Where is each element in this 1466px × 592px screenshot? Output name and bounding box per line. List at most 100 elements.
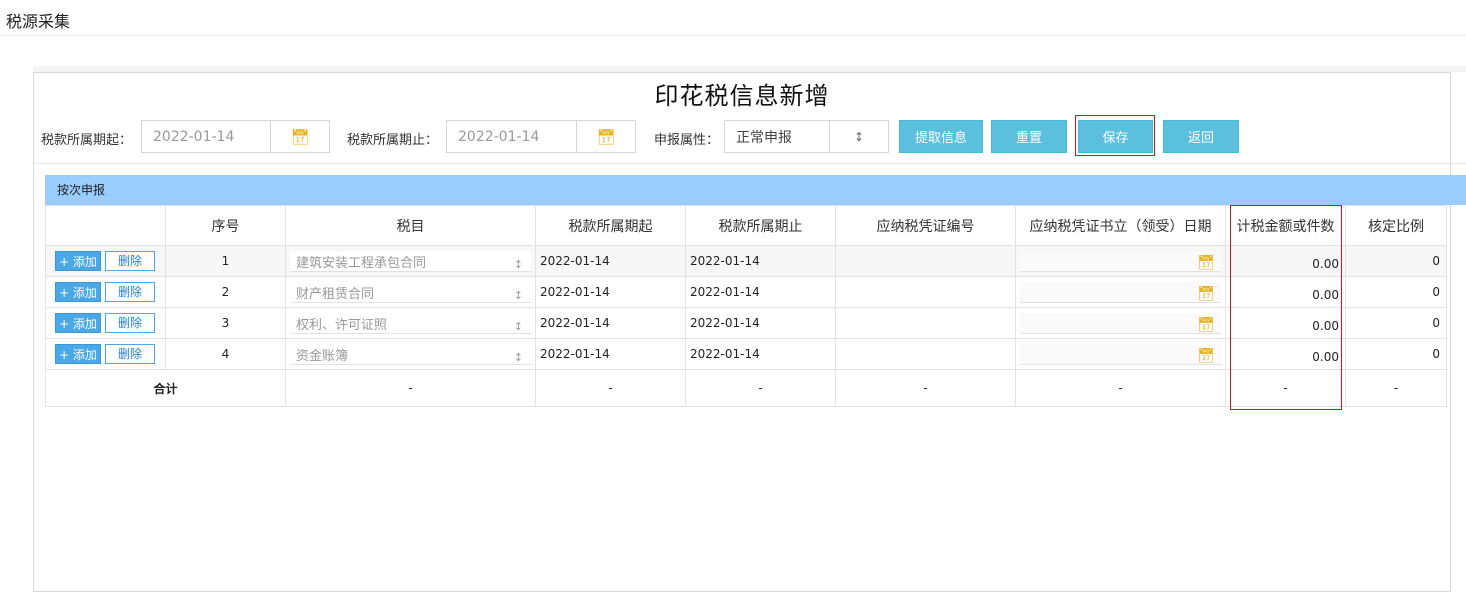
declare-attr-value: 正常申报 [736, 129, 792, 146]
row-no: 2 [165, 276, 286, 308]
col-header-item: 税目 [285, 205, 536, 246]
row-voucher-cell[interactable] [835, 276, 1016, 308]
reset-button[interactable]: 重置 [991, 120, 1067, 153]
row-voucher-cell[interactable] [835, 307, 1016, 339]
calendar-icon: 📅︎ [1197, 285, 1215, 302]
row-end: 2022-01-14 [685, 276, 836, 308]
declare-attr-select[interactable]: 正常申报 ↕ [724, 120, 889, 153]
tax-item-value: 建筑安装工程承包合同 [296, 255, 427, 271]
row-ratio: 0 [1345, 338, 1447, 370]
period-start-label: 税款所属期起： [41, 133, 133, 148]
row-voucher-cell [835, 245, 1016, 277]
voucher-input[interactable] [840, 250, 1011, 272]
row-ops: + 添加 删除 [45, 276, 166, 308]
add-row-button[interactable]: + 添加 [55, 251, 101, 271]
row-amount[interactable]: 0.00 [1225, 307, 1346, 339]
row-date-cell: 📅︎ [1015, 245, 1226, 277]
total-start: - [535, 369, 686, 407]
row-start: 2022-01-14 [535, 307, 686, 339]
col-header-voucher: 应纳税凭证编号 [835, 205, 1016, 246]
total-label: 合计 [45, 369, 286, 407]
total-item: - [285, 369, 536, 407]
row-ops: + 添加 删除 [45, 307, 166, 339]
total-ratio: - [1345, 369, 1447, 407]
row-start: 2022-01-14 [535, 276, 686, 308]
delete-row-button[interactable]: 删除 [105, 313, 155, 333]
declare-attr-dropdown-button[interactable]: ↕ [829, 121, 888, 152]
row-ratio: 0 [1345, 307, 1447, 339]
period-start-field[interactable]: 2022-01-14 📅︎ [141, 120, 330, 153]
delete-row-button[interactable]: 删除 [105, 251, 155, 271]
total-end: - [685, 369, 836, 407]
form-title: 印花税信息新增 [654, 82, 830, 110]
row-ratio: 0 [1345, 276, 1447, 308]
row-ops: + 添加 删除 [45, 245, 166, 277]
row-end: 2022-01-14 [685, 338, 836, 370]
tax-item-select[interactable]: 资金账簿 ↕ [290, 343, 531, 365]
select-arrow-icon: ↕ [853, 129, 865, 144]
add-row-button[interactable]: + 添加 [55, 344, 101, 364]
select-arrow-icon: ↕ [513, 350, 523, 364]
row-date-cell: 📅︎ [1015, 276, 1226, 308]
select-arrow-icon: ↕ [513, 288, 523, 302]
row-item-cell: 权利、许可证照 ↕ [285, 307, 536, 339]
row-amount[interactable]: 0.00 [1225, 338, 1346, 370]
page-header: 税源采集 [0, 0, 1466, 36]
row-no: 4 [165, 338, 286, 370]
delete-row-button[interactable]: 删除 [105, 282, 155, 302]
calendar-icon: 📅︎ [1197, 347, 1215, 364]
select-arrow-icon: ↕ [513, 319, 523, 333]
date-input[interactable]: 📅︎ [1020, 281, 1221, 303]
page-title: 税源采集 [6, 12, 71, 31]
row-voucher-cell[interactable] [835, 338, 1016, 370]
add-row-button[interactable]: + 添加 [55, 313, 101, 333]
row-no: 1 [165, 245, 286, 277]
date-input[interactable]: 📅︎ [1020, 250, 1221, 272]
table-row: + 添加 删除 1 建筑安装工程承包合同 ↕ 2022-01-14 2022-01-… [45, 245, 1447, 277]
save-button[interactable]: 保存 [1078, 120, 1153, 153]
row-end: 2022-01-14 [685, 307, 836, 339]
period-end-calendar-button[interactable]: 📅︎ [576, 121, 635, 152]
period-end-value: 2022-01-14 [458, 128, 540, 145]
form-divider [34, 163, 1466, 164]
row-amount[interactable]: 0.00 [1225, 276, 1346, 308]
col-header-ops [45, 205, 166, 246]
calendar-icon: 📅︎ [1197, 316, 1215, 333]
total-voucher: - [835, 369, 1016, 407]
date-input[interactable]: 📅︎ [1020, 343, 1221, 365]
row-item-cell: 建筑安装工程承包合同 ↕ [285, 245, 536, 277]
back-button[interactable]: 返回 [1163, 120, 1239, 153]
select-arrow-icon: ↕ [513, 257, 523, 271]
table-total-row: 合计 - - - - - - - [45, 369, 1447, 407]
add-row-button[interactable]: + 添加 [55, 282, 101, 302]
row-amount[interactable]: 0.00 [1225, 245, 1346, 277]
tax-item-value: 权利、许可证照 [296, 317, 388, 333]
table-row: + 添加 删除 2 财产租赁合同 ↕ 2022-01-14 2022-01-14 📅… [45, 276, 1447, 308]
row-end: 2022-01-14 [685, 245, 836, 277]
col-header-ratio: 核定比例 [1345, 205, 1447, 246]
declare-attr-label: 申报属性： [654, 133, 720, 148]
col-header-start: 税款所属期起 [535, 205, 686, 246]
total-amount: - [1225, 369, 1346, 407]
col-header-no: 序号 [165, 205, 286, 246]
table-header-row: 序号 税目 税款所属期起 税款所属期止 应纳税凭证编号 应纳税凭证书立（领受）日… [45, 205, 1447, 246]
section-title: 按次申报 [45, 175, 1466, 205]
calendar-icon: 📅︎ [1197, 254, 1215, 271]
period-end-label: 税款所属期止： [347, 133, 439, 148]
tax-item-value: 资金账簿 [296, 348, 349, 364]
row-ratio: 0 [1345, 245, 1447, 277]
col-header-date: 应纳税凭证书立（领受）日期 [1015, 205, 1226, 246]
row-ops: + 添加 删除 [45, 338, 166, 370]
tax-item-select[interactable]: 财产租赁合同 ↕ [290, 281, 531, 303]
period-end-field[interactable]: 2022-01-14 📅︎ [446, 120, 636, 153]
fetch-info-button[interactable]: 提取信息 [899, 120, 983, 153]
delete-row-button[interactable]: 删除 [105, 344, 155, 364]
period-start-calendar-button[interactable]: 📅︎ [270, 121, 329, 152]
row-no: 3 [165, 307, 286, 339]
date-input[interactable]: 📅︎ [1020, 312, 1221, 334]
tax-item-select[interactable]: 权利、许可证照 ↕ [290, 312, 531, 334]
row-item-cell: 财产租赁合同 ↕ [285, 276, 536, 308]
row-date-cell: 📅︎ [1015, 338, 1226, 370]
col-header-end: 税款所属期止 [685, 205, 836, 246]
tax-item-select[interactable]: 建筑安装工程承包合同 ↕ [290, 250, 531, 272]
